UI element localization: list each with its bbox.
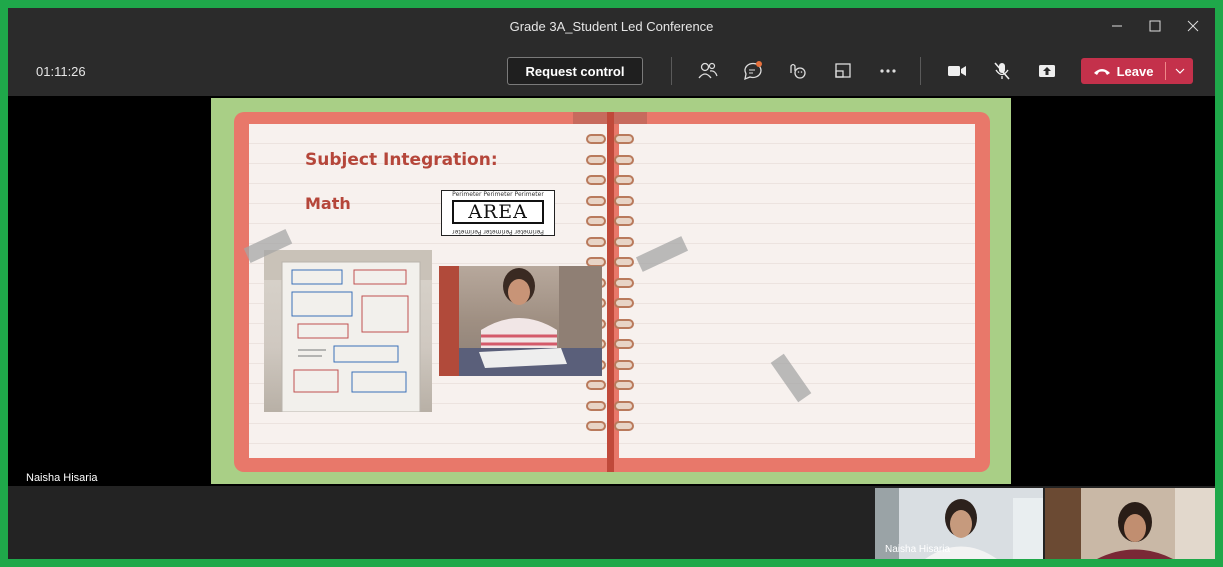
close-icon [1187,20,1199,32]
notebook-page-right [619,124,975,458]
participant-video-strip: Naisha Hisaria [8,486,1215,559]
leave-main[interactable]: Leave [1081,58,1165,84]
reactions-button[interactable] [784,58,812,84]
logo-border-text-bottom: Perimeter Perimeter Perimeter [452,228,544,235]
notebook-ring [586,175,636,185]
meeting-timer: 01:11:26 [36,64,86,79]
window-controls [1103,14,1207,38]
participant-name: Naisha Hisaria [885,544,951,555]
hang-up-icon [1093,69,1110,75]
slide-title: Subject Integration: [305,150,498,170]
logo-border-text-top: Perimeter Perimeter Perimeter [452,191,544,198]
participant-video-tile[interactable]: Naisha Hisaria [875,488,1043,559]
notebook-ring [586,134,636,144]
active-speaker-name: Naisha Hisaria [26,472,98,484]
breakout-rooms-icon [835,63,851,78]
student-photo-graphic [439,266,602,376]
chevron-down-icon [1175,68,1184,74]
more-actions-button[interactable] [874,58,902,84]
meeting-toolbar: 01:11:26 Request control Leave [8,46,1215,96]
camera-icon [948,66,966,76]
microphone-button[interactable] [988,58,1016,84]
minimize-button[interactable] [1103,14,1131,38]
notebook-ring [586,421,636,431]
logo-word: AREA [452,200,544,224]
share-content-button[interactable] [1033,58,1061,84]
mic-off-icon [994,62,1010,80]
notebook-ring [586,236,636,247]
rooms-button[interactable] [829,58,857,84]
maximize-icon [1149,20,1161,32]
camera-button[interactable] [943,58,971,84]
shared-screen-stage: Subject Integration: Math Perimeter Peri… [8,96,1215,486]
worksheet-photo-graphic [264,250,432,412]
reactions-icon [790,63,806,79]
leave-label: Leave [1116,63,1154,79]
participants-button[interactable] [694,58,722,84]
maximize-button[interactable] [1141,14,1169,38]
window-title: Grade 3A_Student Led Conference [509,19,714,34]
notebook-ring [586,154,636,165]
share-icon [1039,65,1055,77]
chat-button[interactable] [739,58,767,84]
shared-slide: Subject Integration: Math Perimeter Peri… [211,98,1011,484]
slide-subtitle: Math [305,194,351,213]
leave-button[interactable]: Leave [1081,58,1193,84]
notebook-ring [586,216,636,226]
toolbar-divider [671,57,672,85]
notebook-ring [586,400,636,411]
participants-icon [698,62,718,79]
request-control-button[interactable]: Request control [507,57,643,85]
more-icon [880,69,896,73]
leave-options-button[interactable] [1166,58,1193,84]
participant-video [1045,488,1215,559]
participant-video-tile[interactable] [1045,488,1215,559]
worksheet-photo [264,250,432,412]
toolbar-divider [920,57,921,85]
meeting-window: Grade 3A_Student Led Conference 01:11:26… [8,8,1215,559]
chat-icon [744,61,762,81]
minimize-icon [1112,25,1122,27]
student-photo [439,266,602,376]
notebook-ring [586,380,636,390]
close-button[interactable] [1179,14,1207,38]
notebook-ring [586,195,636,206]
title-bar: Grade 3A_Student Led Conference [8,8,1215,46]
area-logo-image: Perimeter Perimeter Perimeter AREA Perim… [441,190,555,236]
